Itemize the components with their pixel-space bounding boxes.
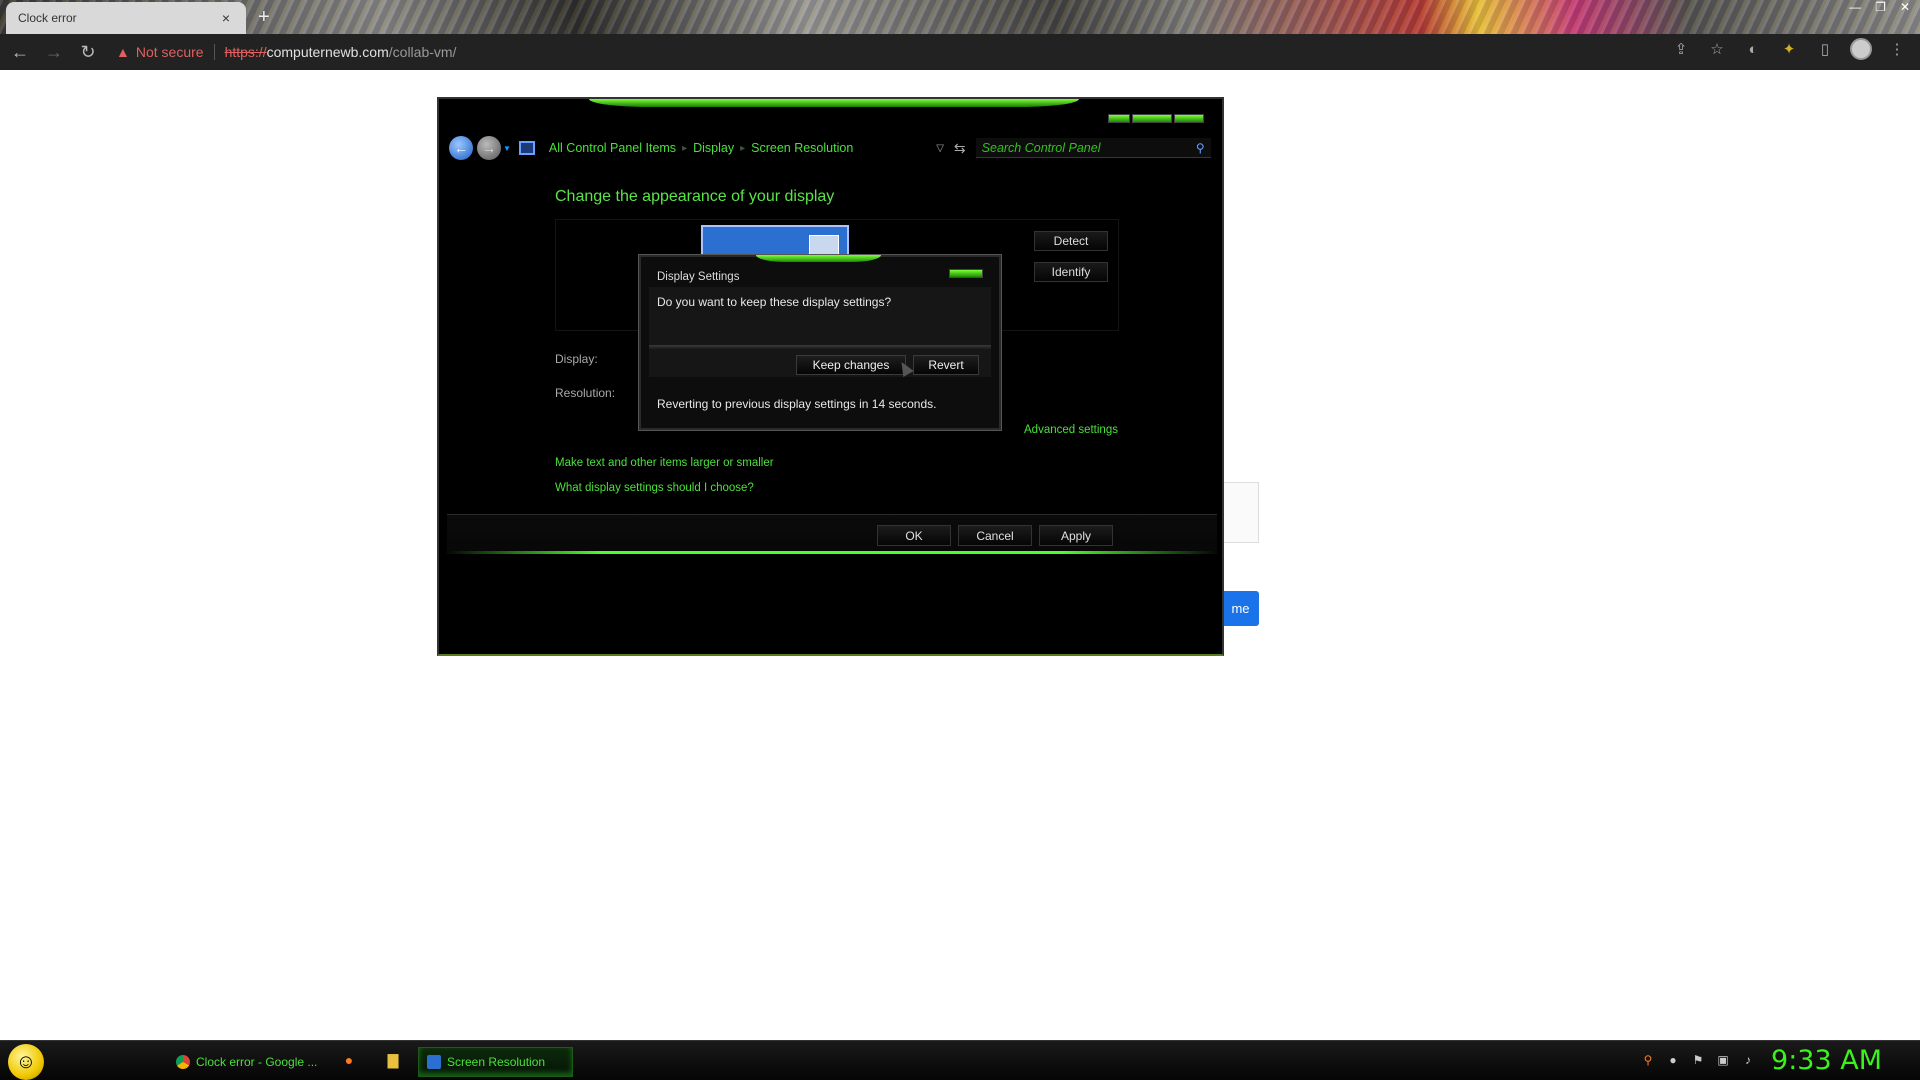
smiley-start-icon[interactable]: ☺: [8, 1044, 44, 1080]
dialog-title: Display Settings: [657, 271, 740, 283]
profile-icon[interactable]: [1850, 38, 1872, 60]
dialog-top-glow: [756, 255, 881, 262]
breadcrumb: All Control Panel Items ▸ Display ▸ Scre…: [549, 141, 944, 155]
display-label: Display:: [555, 352, 598, 366]
warning-icon: ▲: [116, 44, 130, 60]
url-path: /collab-vm/: [388, 44, 457, 60]
toolbar-actions: ⇪ ☆ ◐ ✦ ▯ ⋮: [1670, 38, 1908, 60]
page-button-fragment[interactable]: me: [1222, 591, 1259, 626]
taskbar-item-chrome[interactable]: Clock error - Google ...: [168, 1047, 328, 1077]
menu-icon[interactable]: ⋮: [1886, 38, 1908, 60]
search-icon[interactable]: ⚲: [1640, 1052, 1656, 1068]
url-scheme: https://: [224, 44, 267, 60]
search-icon[interactable]: ⚲: [1196, 141, 1205, 155]
search-input[interactable]: Search Control Panel ⚲: [975, 138, 1211, 158]
monitor-icon: [427, 1055, 441, 1069]
chrome-icon: [176, 1055, 190, 1069]
search-placeholder: Search Control Panel: [981, 140, 1101, 155]
star-icon[interactable]: ☆: [1706, 38, 1728, 60]
monitor-window-icon: [809, 235, 839, 255]
countdown-message: Reverting to previous display settings i…: [657, 397, 937, 411]
apply-button[interactable]: Apply: [1039, 525, 1113, 546]
sidepanel-icon[interactable]: ▯: [1814, 38, 1836, 60]
advanced-settings-link[interactable]: Advanced settings: [1024, 424, 1118, 436]
explorer-address-bar: ← → ▼ All Control Panel Items ▸ Display …: [449, 135, 1214, 161]
vm-screen[interactable]: ← → ▼ All Control Panel Items ▸ Display …: [437, 97, 1224, 656]
keep-changes-button[interactable]: Keep changes: [796, 355, 906, 375]
browser-toolbar: ← → ↻ ▲ Not secure https:// computernewb…: [0, 34, 1920, 70]
system-tray: ⚲ ● ⚑ ▣ ♪: [1640, 1052, 1756, 1068]
restore-icon[interactable]: ❐: [1875, 0, 1886, 14]
minimize-icon[interactable]: [1108, 114, 1130, 123]
minimize-icon[interactable]: —: [1849, 0, 1861, 14]
address-bar[interactable]: ▲ Not secure https:// computernewb.com /…: [116, 38, 1666, 66]
flag-icon[interactable]: ⚑: [1690, 1052, 1706, 1068]
status-icon[interactable]: ●: [1665, 1052, 1681, 1068]
chevron-down-icon[interactable]: ▽: [936, 143, 944, 154]
extension-icon[interactable]: ✦: [1778, 38, 1800, 60]
new-tab-button[interactable]: +: [258, 6, 270, 29]
taskbar: ☺ Clock error - Google ... ● ▇ Screen Re…: [0, 1040, 1920, 1080]
breadcrumb-item[interactable]: Display: [693, 141, 734, 155]
refresh-icon[interactable]: ⇆: [954, 140, 966, 157]
network-icon[interactable]: ▣: [1715, 1052, 1731, 1068]
tab-close-icon[interactable]: ×: [218, 10, 234, 26]
extension-flag-icon[interactable]: ◐: [1742, 38, 1764, 60]
window-caption-buttons: [1108, 114, 1204, 123]
command-bar: OK Cancel Apply: [447, 514, 1217, 554]
tab-title: Clock error: [18, 11, 77, 25]
page-card-fragment: [1222, 482, 1259, 543]
taskbar-item-label: Screen Resolution: [447, 1055, 546, 1069]
forward-icon[interactable]: →: [477, 136, 501, 160]
page-title: Change the appearance of your display: [555, 188, 835, 205]
browser-tabstrip: Clock error × + — ❐ ✕: [0, 0, 1920, 34]
taskbar-item-label: Clock error - Google ...: [196, 1055, 318, 1069]
cancel-button[interactable]: Cancel: [958, 525, 1032, 546]
url-host: computernewb.com: [266, 44, 389, 60]
revert-button[interactable]: Revert: [913, 355, 979, 375]
window-controls: — ❐ ✕: [1849, 0, 1910, 14]
taskbar-item-screen-resolution[interactable]: Screen Resolution: [418, 1047, 573, 1077]
close-icon[interactable]: [1174, 114, 1204, 123]
back-icon[interactable]: ←: [6, 38, 34, 66]
breadcrumb-separator-icon: ▸: [740, 142, 746, 154]
ok-button[interactable]: OK: [877, 525, 951, 546]
firefox-icon[interactable]: ●: [340, 1051, 358, 1069]
share-icon[interactable]: ⇪: [1670, 38, 1692, 60]
volume-icon[interactable]: ♪: [1740, 1052, 1756, 1068]
command-bar-glow: [447, 551, 1217, 554]
close-icon[interactable]: [949, 269, 983, 278]
folder-icon[interactable]: ▇: [384, 1051, 402, 1069]
security-label[interactable]: Not secure: [136, 44, 204, 60]
browser-tab[interactable]: Clock error ×: [6, 2, 246, 34]
control-panel-icon: [518, 141, 535, 155]
reload-icon[interactable]: ↻: [74, 38, 102, 66]
breadcrumb-item[interactable]: Screen Resolution: [751, 141, 853, 155]
maximize-icon[interactable]: [1132, 114, 1172, 123]
clock[interactable]: 9:33 AM: [1771, 1045, 1882, 1076]
dialog-question: Do you want to keep these display settin…: [657, 295, 892, 309]
help-link[interactable]: What display settings should I choose?: [555, 482, 754, 494]
history-dropdown-icon[interactable]: ▼: [503, 144, 511, 153]
forward-icon[interactable]: →: [40, 38, 68, 66]
resolution-label: Resolution:: [555, 386, 616, 400]
back-icon[interactable]: ←: [449, 136, 473, 160]
text-size-link[interactable]: Make text and other items larger or smal…: [555, 457, 774, 469]
divider: [213, 44, 215, 60]
detect-button[interactable]: Detect: [1034, 231, 1108, 251]
close-window-icon[interactable]: ✕: [1900, 0, 1910, 14]
identify-button[interactable]: Identify: [1034, 262, 1108, 282]
divider: [649, 345, 991, 349]
display-settings-dialog: Display Settings Do you want to keep the…: [639, 255, 1001, 430]
breadcrumb-item[interactable]: All Control Panel Items: [549, 141, 676, 155]
breadcrumb-separator-icon: ▸: [682, 142, 688, 154]
window-top-glow: [589, 99, 1079, 107]
